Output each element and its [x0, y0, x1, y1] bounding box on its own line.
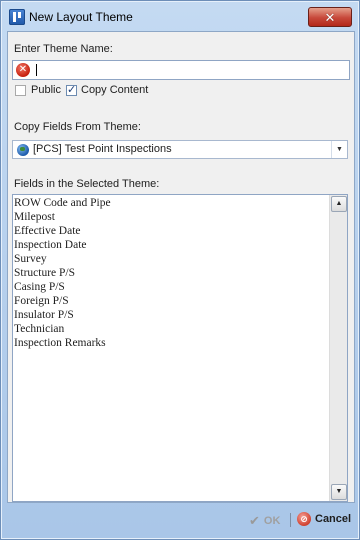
selected-theme: [PCS] Test Point Inspections	[33, 143, 172, 155]
ok-label: OK	[263, 515, 281, 527]
list-item[interactable]: Inspection Remarks	[13, 337, 106, 350]
copy-content-label: Copy Content	[81, 84, 149, 96]
title-bar[interactable]: New Layout Theme ✕	[1, 1, 359, 33]
cancel-icon: ⊘	[297, 512, 311, 526]
list-item[interactable]: ROW Code and Pipe	[13, 197, 111, 210]
list-item[interactable]: Casing P/S	[13, 281, 65, 294]
fields-label: Fields in the Selected Theme:	[14, 178, 160, 190]
cancel-button[interactable]: ⊘ Cancel	[297, 512, 351, 526]
layout-theme-icon	[9, 9, 25, 25]
theme-name-label: Enter Theme Name:	[14, 43, 113, 55]
list-item[interactable]: Structure P/S	[13, 267, 75, 280]
list-item[interactable]: Milepost	[13, 211, 55, 224]
dialog-window: New Layout Theme ✕ Enter Theme Name: ✕ P…	[0, 0, 360, 540]
globe-icon	[17, 144, 29, 156]
dialog-body: Enter Theme Name: ✕ Public ✓ Copy Conten…	[7, 31, 355, 503]
checkmark-icon: ✓	[67, 84, 77, 96]
close-button[interactable]: ✕	[308, 7, 352, 27]
list-item[interactable]: Technician	[13, 323, 64, 336]
vertical-scrollbar[interactable]: ▲ ▼	[329, 195, 347, 501]
public-checkbox[interactable]	[15, 85, 26, 96]
list-item[interactable]: Effective Date	[13, 225, 81, 238]
theme-name-input[interactable]: ✕	[12, 60, 350, 80]
button-bar: ✔ OK ⊘ Cancel	[1, 501, 359, 539]
window-title: New Layout Theme	[29, 10, 133, 24]
text-caret	[36, 64, 37, 76]
list-item[interactable]: Survey	[13, 253, 47, 266]
ok-button[interactable]: ✔ OK	[249, 513, 280, 529]
close-icon: ✕	[324, 9, 336, 25]
copy-from-theme-select[interactable]: [PCS] Test Point Inspections ▼	[12, 140, 348, 159]
cancel-label: Cancel	[315, 513, 352, 525]
button-separator	[290, 513, 291, 527]
public-label: Public	[31, 84, 61, 96]
checkmark-icon: ✔	[249, 513, 260, 528]
list-item[interactable]: Insulator P/S	[13, 309, 74, 322]
list-item[interactable]: Foreign P/S	[13, 295, 69, 308]
copy-from-label: Copy Fields From Theme:	[14, 121, 141, 133]
list-item[interactable]: Inspection Date	[13, 239, 87, 252]
error-icon: ✕	[16, 63, 30, 77]
copy-content-checkbox[interactable]: ✓	[66, 84, 77, 96]
fields-listbox[interactable]: ROW Code and Pipe Milepost Effective Dat…	[12, 194, 348, 502]
scroll-up-button[interactable]: ▲	[331, 196, 347, 212]
chevron-down-icon[interactable]: ▼	[331, 141, 347, 158]
scroll-down-button[interactable]: ▼	[331, 484, 347, 500]
